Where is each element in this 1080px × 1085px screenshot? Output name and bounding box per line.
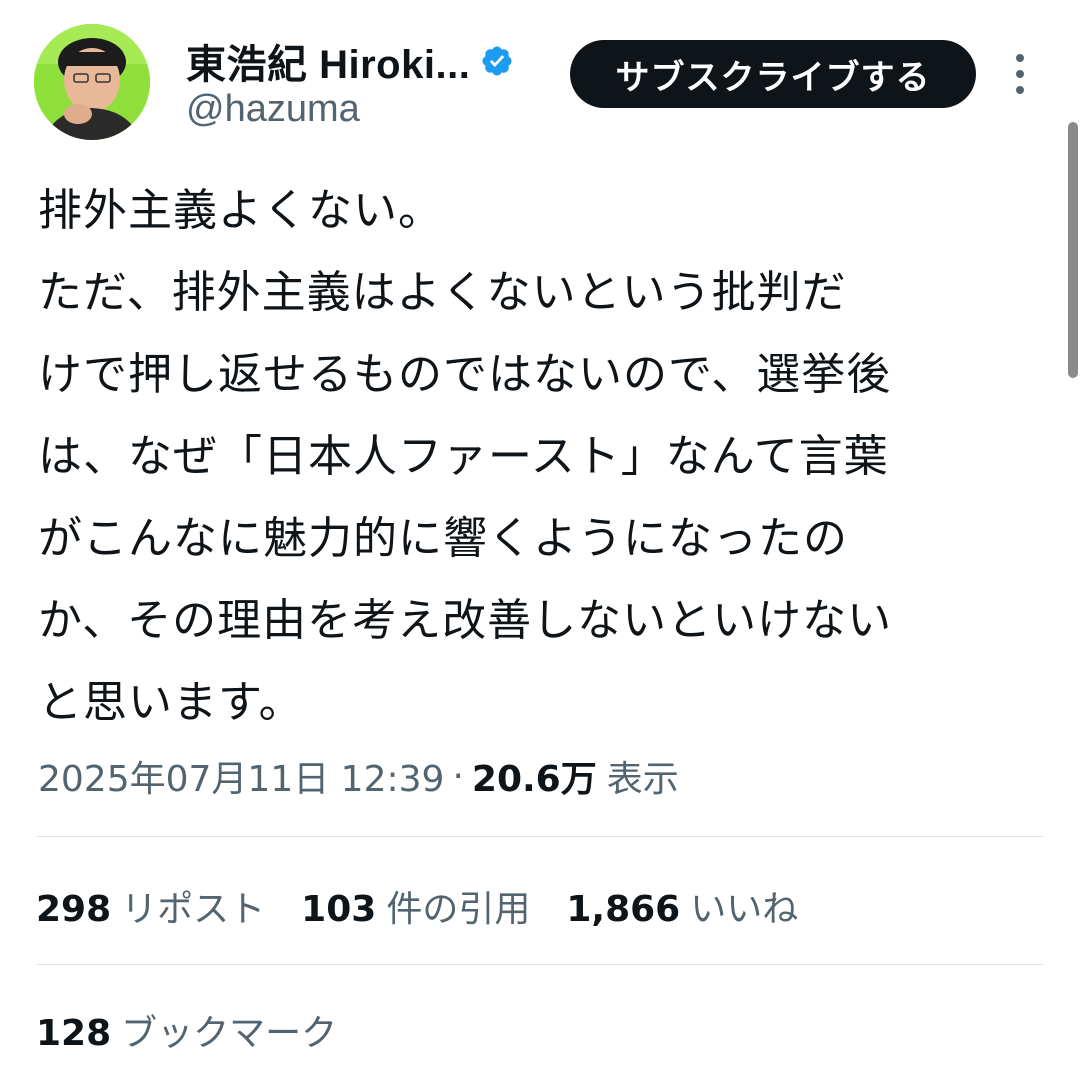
bookmarks-stat[interactable]: 128 ブックマーク	[36, 1002, 373, 1058]
meta-separator: ·	[452, 755, 464, 797]
quotes-label: 件の引用	[386, 889, 531, 930]
divider	[36, 836, 1044, 837]
tweet-text-line: と思います。	[38, 677, 304, 728]
tweet-meta: 2025年07月11日 12:39 · 20.6万 表示	[38, 748, 679, 804]
scrollbar[interactable]	[1068, 122, 1078, 378]
verified-badge-icon	[482, 46, 512, 76]
avatar-photo	[34, 24, 150, 140]
likes-label: いいね	[690, 889, 799, 930]
more-vertical-icon[interactable]	[1008, 52, 1032, 96]
tweet-text-line: は、なぜ「日本人ファースト」なんて言葉	[38, 431, 889, 482]
tweet-text-line: けで押し返せるものではないので、選挙後	[38, 349, 892, 400]
reposts-stat[interactable]: 298 リポスト	[36, 880, 265, 932]
bookmarks-count: 128	[36, 1013, 112, 1054]
tweet-text-line: 排外主義よくない。	[38, 185, 443, 236]
name-row: 東浩紀 Hiroki...	[186, 36, 514, 87]
likes-count: 1,866	[566, 889, 681, 930]
user-handle[interactable]: @hazuma	[186, 88, 360, 131]
bookmarks-label: ブックマーク	[121, 1013, 338, 1054]
views-label: 表示	[606, 759, 679, 800]
bookmarks-stat-inner: 128 ブックマーク	[36, 1004, 337, 1056]
quotes-count: 103	[301, 889, 377, 930]
avatar[interactable]	[34, 24, 150, 140]
likes-stat[interactable]: 1,866 いいね	[566, 880, 798, 932]
tweet-timestamp[interactable]: 2025年07月11日 12:39	[38, 750, 444, 802]
divider	[36, 964, 1044, 965]
views-count: 20.6万	[471, 759, 597, 800]
reposts-label: リポスト	[121, 889, 266, 930]
tweet-header: 東浩紀 Hiroki... @hazuma サブスクライブする	[0, 0, 1080, 150]
tweet-text-line: か、その理由を考え改善しないといけない	[38, 595, 893, 646]
quotes-stat[interactable]: 103 件の引用	[301, 880, 530, 932]
subscribe-button[interactable]: サブスクライブする	[570, 40, 976, 108]
reposts-count: 298	[36, 889, 112, 930]
tweet-text-line: ただ、排外主義はよくないという批判だ	[38, 267, 847, 318]
engagement-stats: 298 リポスト 103 件の引用 1,866 いいね	[36, 878, 834, 934]
tweet-text: 排外主義よくない。 ただ、排外主義はよくないという批判だ けで押し返せるものでは…	[38, 170, 1038, 744]
display-name[interactable]: 東浩紀 Hiroki...	[186, 32, 470, 90]
tweet-text-line: がこんなに魅力的に響くようになったの	[38, 513, 848, 564]
